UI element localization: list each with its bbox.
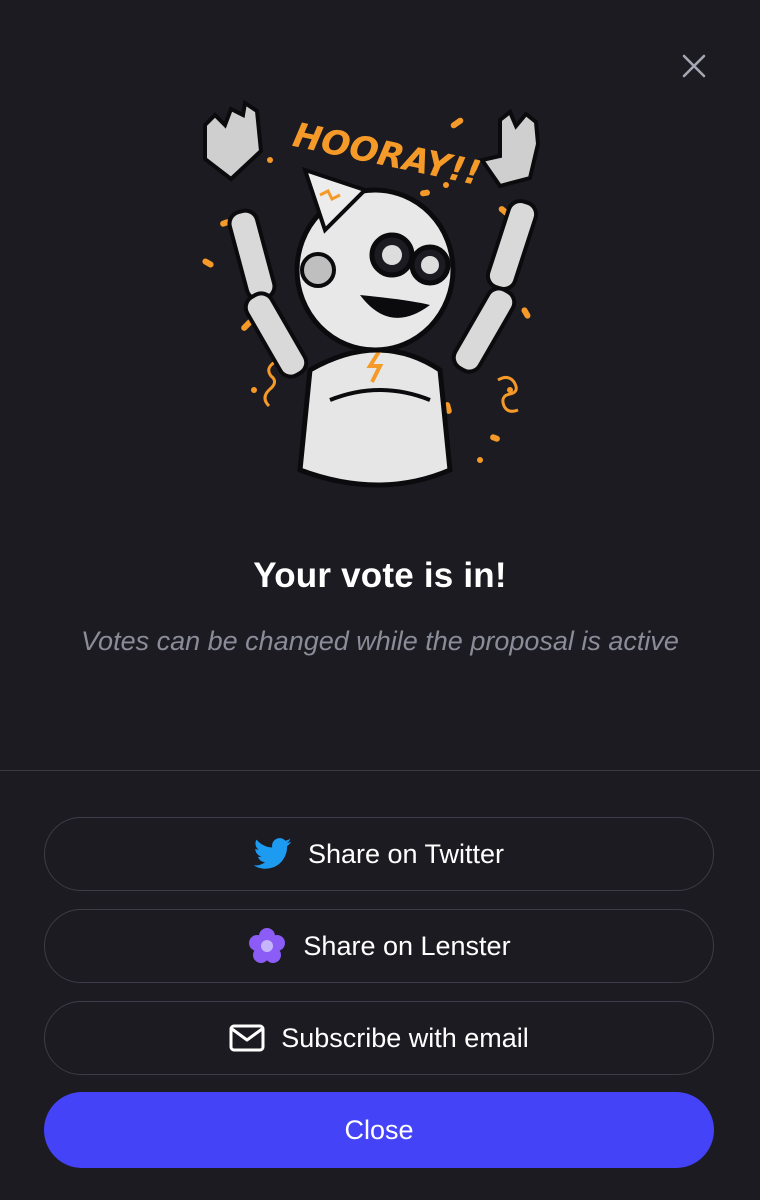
- modal-title: Your vote is in!: [253, 556, 507, 595]
- celebrating-robot-illustration: HOORAY!!: [180, 99, 580, 510]
- subscribe-email-label: Subscribe with email: [281, 1022, 529, 1053]
- subscribe-email-button[interactable]: Subscribe with email: [44, 1001, 714, 1075]
- lenster-flower-icon: [247, 926, 287, 966]
- share-twitter-button[interactable]: Share on Twitter: [44, 817, 714, 891]
- close-button[interactable]: Close: [44, 1092, 714, 1168]
- modal-subtitle: Votes can be changed while the proposal …: [81, 626, 679, 656]
- close-icon[interactable]: [672, 44, 716, 88]
- share-lenster-button[interactable]: Share on Lenster: [44, 909, 714, 983]
- share-lenster-label: Share on Lenster: [303, 930, 511, 961]
- twitter-icon: [253, 838, 292, 870]
- close-button-label: Close: [344, 1114, 414, 1145]
- share-twitter-label: Share on Twitter: [307, 838, 505, 869]
- divider: [0, 770, 760, 771]
- mail-icon: [229, 1024, 265, 1052]
